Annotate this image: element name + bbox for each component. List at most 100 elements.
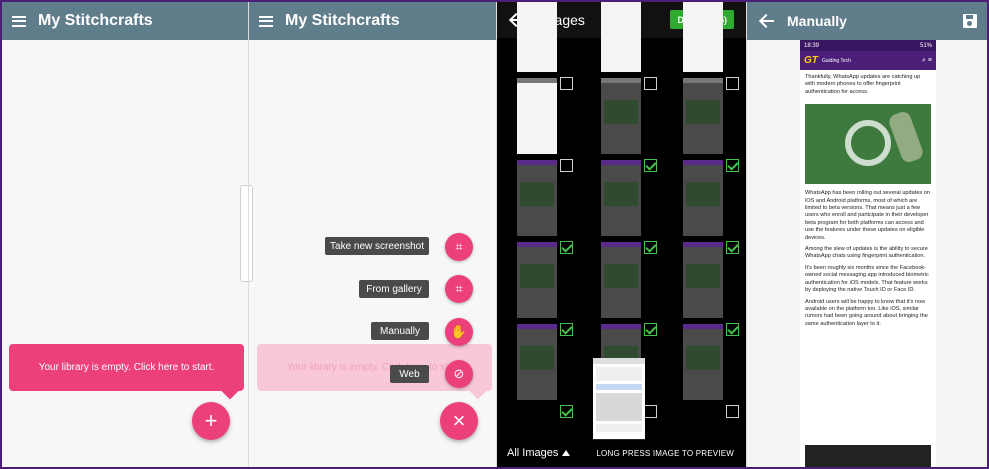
image-thumbnail[interactable] [683, 160, 723, 236]
hidden-card-edge [240, 185, 248, 282]
thumbnail-status-bar [683, 324, 723, 329]
article-paragraph: It's been roughly six months since the F… [805, 264, 929, 294]
web-label[interactable]: Web [390, 365, 429, 383]
stitched-screenshot[interactable]: 18:39 51% GT Guiding Tech ⌕ ≡ Thankfully… [800, 40, 936, 467]
manually-button[interactable]: ✋ [445, 318, 473, 346]
tooltip-tail [469, 382, 487, 400]
image-thumbnail[interactable] [517, 324, 557, 400]
thumbnail-image-block [520, 346, 554, 370]
preview-hint: LONG PRESS IMAGE TO PREVIEW [596, 448, 734, 458]
plus-icon: + [204, 408, 218, 433]
from-gallery-button[interactable]: ⌗ [445, 275, 473, 303]
thumbnail-image-block [686, 346, 720, 370]
select-checkbox[interactable] [726, 77, 739, 90]
select-checkbox[interactable] [644, 159, 657, 172]
image-thumbnail[interactable] [683, 242, 723, 318]
thumbnail-image-block [520, 264, 554, 288]
thumbnail-status-bar [683, 242, 723, 247]
add-fab-button[interactable]: + [192, 402, 230, 440]
select-checkbox[interactable] [726, 159, 739, 172]
screen-library-empty: My Stitchcrafts Your library is empty. C… [2, 2, 248, 467]
status-battery: 51% [919, 42, 932, 49]
whatsapp-hero-image [805, 104, 931, 185]
thumbnail-status-bar [517, 78, 557, 83]
article-paragraph: WhatsApp has been rolling out several up… [805, 190, 931, 241]
web-button[interactable]: ⊘ [445, 360, 473, 388]
save-icon[interactable] [963, 14, 977, 28]
compass-icon: ⊘ [453, 366, 465, 381]
thumbnail-status-bar [517, 242, 557, 247]
menu-icon[interactable] [259, 15, 273, 27]
screen-manual-stitch: Manually 18:39 51% GT Guiding Tech ⌕ ≡ T… [747, 2, 987, 467]
picker-bottom-bar: All Images LONG PRESS IMAGE TO PREVIEW [497, 439, 746, 467]
app-bar: My Stitchcrafts [2, 2, 248, 40]
select-checkbox[interactable] [644, 405, 657, 418]
article-paragraph: Android users will be happy to know that… [805, 298, 928, 327]
screen-add-menu: My Stitchcrafts Your library is empty. C… [249, 2, 496, 467]
whatsapp-logo-icon [845, 120, 891, 167]
search-icon: ⌕ ≡ [922, 56, 932, 64]
hand-icon: ✋ [450, 324, 468, 339]
image-thumbnail[interactable] [601, 242, 641, 318]
thumbnail-image-block [686, 100, 720, 124]
image-thumbnail[interactable] [517, 78, 557, 154]
image-thumbnail[interactable] [517, 242, 557, 318]
select-checkbox[interactable] [644, 323, 657, 336]
thumbnail-image-block [520, 182, 554, 206]
select-checkbox[interactable] [726, 241, 739, 254]
panel-divider [746, 2, 747, 467]
panel-divider [496, 2, 497, 467]
empty-library-message: Your library is empty. Click here to sta… [286, 362, 463, 373]
thumbnail-status-bar [517, 160, 557, 165]
thumbnail-status-bar [601, 242, 641, 247]
image-thumbnail[interactable] [601, 2, 641, 72]
manually-label[interactable]: Manually [371, 322, 429, 340]
image-thumbnail[interactable] [683, 78, 723, 154]
image-thumbnail[interactable] [601, 160, 641, 236]
status-time: 18:39 [804, 42, 820, 49]
close-fab-button[interactable]: × [440, 402, 478, 440]
app-bar: Manually [747, 2, 987, 40]
thumbnail-image-block [604, 100, 638, 124]
close-icon: × [452, 408, 466, 433]
select-checkbox[interactable] [560, 405, 573, 418]
thumbnail-image-block [686, 182, 720, 206]
album-selector[interactable]: All Images [507, 447, 558, 459]
thumbnail-status-bar [601, 78, 641, 83]
phone-status-bar: 18:39 51% [800, 40, 936, 51]
site-header: GT Guiding Tech ⌕ ≡ [800, 51, 936, 70]
take-screenshot-button[interactable]: ⌗ [445, 233, 473, 261]
thumbnail-status-bar [517, 324, 557, 329]
take-screenshot-label[interactable]: Take new screenshot [325, 237, 429, 255]
article-image-bottom [805, 445, 931, 467]
select-checkbox[interactable] [560, 159, 573, 172]
thumbnail-image-block [604, 264, 638, 288]
menu-icon[interactable] [12, 15, 26, 27]
page-title: Manually [787, 13, 847, 29]
select-checkbox[interactable] [726, 323, 739, 336]
image-thumbnail[interactable] [517, 2, 557, 72]
thumbnail-image-block [604, 182, 638, 206]
empty-library-tooltip[interactable]: Your library is empty. Click here to sta… [9, 344, 244, 400]
screenshot-icon: ⌗ [455, 239, 463, 254]
dropdown-arrow-icon[interactable] [562, 450, 571, 456]
select-checkbox[interactable] [726, 405, 739, 418]
panel-divider [248, 2, 249, 467]
select-checkbox[interactable] [644, 241, 657, 254]
app-title: My Stitchcrafts [38, 12, 153, 29]
select-checkbox[interactable] [560, 241, 573, 254]
image-thumbnail[interactable] [517, 160, 557, 236]
image-thumbnail[interactable] [601, 78, 641, 154]
select-checkbox[interactable] [644, 77, 657, 90]
from-gallery-label[interactable]: From gallery [359, 280, 429, 298]
thumbnail-status-bar [601, 324, 641, 329]
article-paragraph: Among the slew of updates is the ability… [805, 246, 928, 260]
image-thumbnail[interactable] [683, 2, 723, 72]
select-checkbox[interactable] [560, 323, 573, 336]
back-arrow-icon[interactable] [759, 13, 775, 29]
hand-phone-graphic [887, 109, 925, 165]
site-logo: GT [804, 55, 818, 66]
image-thumbnail[interactable] [683, 324, 723, 400]
select-checkbox[interactable] [560, 77, 573, 90]
hidden-card-edge [249, 185, 253, 282]
